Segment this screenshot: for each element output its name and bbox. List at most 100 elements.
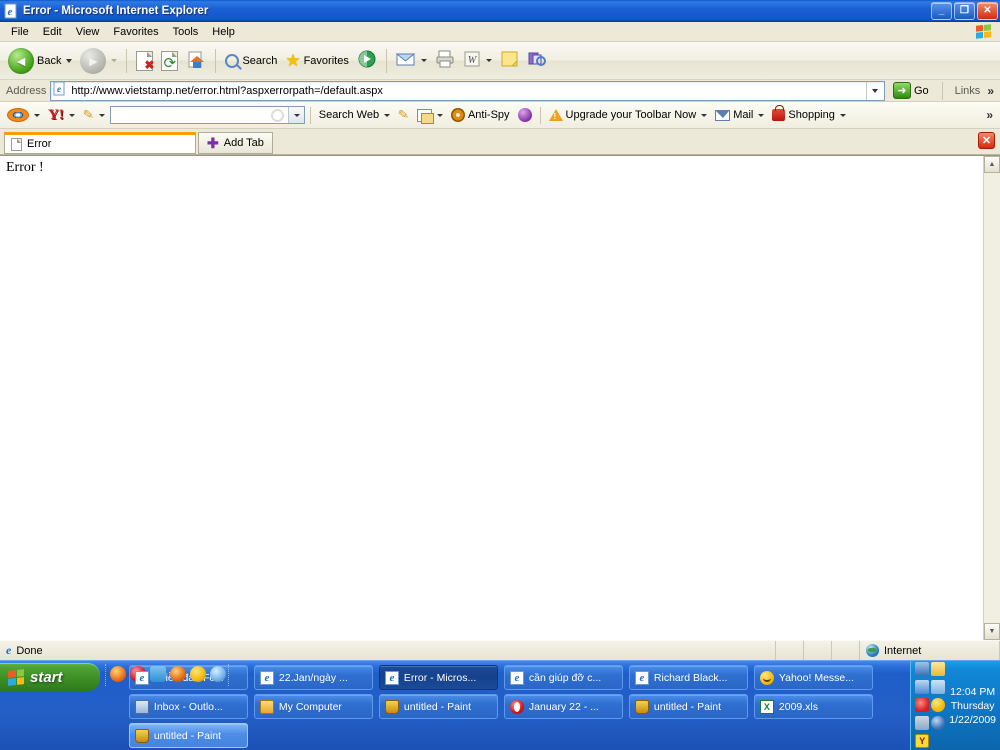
network-icon[interactable] xyxy=(915,661,930,676)
upgrade-dropdown-icon[interactable] xyxy=(701,113,708,117)
print-button[interactable] xyxy=(431,45,459,77)
media-circle-icon xyxy=(517,108,532,122)
yahoo-search-dropdown-icon[interactable] xyxy=(287,107,304,123)
yahoo-shopping-dropdown-icon[interactable] xyxy=(839,113,846,117)
taskbar-button[interactable]: untitled - Paint xyxy=(628,694,748,719)
yahoo-logo-button[interactable]: Y! xyxy=(45,107,78,124)
tab-label: Error xyxy=(27,138,52,150)
excel-icon xyxy=(759,699,774,714)
yahoo-mail-label: Mail xyxy=(733,109,754,121)
taskbar-button[interactable]: 22.Jan/ngày ... xyxy=(253,665,373,690)
search-button[interactable]: Search xyxy=(221,45,281,77)
refresh-button[interactable]: ⟳ xyxy=(157,45,182,77)
antispy-button[interactable]: Anti-Spy xyxy=(448,107,513,123)
yahoo-tray-icon[interactable] xyxy=(915,733,930,748)
mail-button[interactable] xyxy=(392,45,431,77)
clock[interactable]: 12:04 PM Thursday 1/22/2009 xyxy=(949,685,996,727)
quicklaunch-firefox-icon[interactable] xyxy=(110,666,126,682)
yahoo-overflow-icon[interactable]: » xyxy=(986,108,996,122)
svg-text:e: e xyxy=(57,84,61,94)
address-input[interactable]: e http://www.vietstamp.net/error.html?as… xyxy=(50,80,885,101)
anti-spy-icon xyxy=(450,108,465,122)
taskbar-button[interactable]: January 22 - ... xyxy=(503,694,623,719)
scroll-down-button[interactable]: ▼ xyxy=(984,623,1000,640)
paint-icon xyxy=(134,728,149,743)
search-web-dropdown-icon[interactable] xyxy=(384,113,391,117)
yahoo-logo-dropdown-icon[interactable] xyxy=(68,113,75,117)
taskbar-button[interactable]: My Computer xyxy=(253,694,373,719)
menu-tools[interactable]: Tools xyxy=(166,24,206,40)
forward-button[interactable]: ► xyxy=(76,45,121,77)
taskbar-button-label: Error - Micros... xyxy=(403,671,477,684)
menu-view[interactable]: View xyxy=(69,24,107,40)
taskbar-button[interactable]: cần giúp đỡ c... xyxy=(503,665,623,690)
favorites-button[interactable]: ★ Favorites xyxy=(281,45,353,77)
volume-icon[interactable] xyxy=(915,715,930,730)
taskbar-button[interactable]: untitled - Paint xyxy=(378,694,498,719)
upgrade-toolbar-button[interactable]: Upgrade your Toolbar Now xyxy=(546,108,711,122)
quicklaunch-yahoo-messenger-icon[interactable] xyxy=(190,666,206,682)
pencil-dropdown-icon[interactable] xyxy=(98,113,105,117)
yahoo-pencil-button[interactable]: ✎ xyxy=(80,106,108,124)
address-dropdown-icon[interactable] xyxy=(865,81,882,100)
restore-button[interactable]: ❐ xyxy=(954,1,975,20)
menu-favorites[interactable]: Favorites xyxy=(106,24,165,40)
menu-edit[interactable]: Edit xyxy=(36,24,69,40)
add-tab-button[interactable]: ✚ Add Tab xyxy=(198,132,273,154)
back-dropdown-icon[interactable] xyxy=(66,58,73,63)
stop-button[interactable]: ✖ xyxy=(132,45,157,77)
search-web-button[interactable]: Search Web xyxy=(316,108,393,122)
mail-notify-icon[interactable] xyxy=(931,661,946,676)
taskbar-button-active[interactable]: Error - Micros... xyxy=(378,665,498,690)
start-button[interactable]: start xyxy=(0,663,100,691)
yahoo-messenger-icon xyxy=(759,670,774,685)
status-message: e Done xyxy=(0,640,776,661)
links-label[interactable]: Links xyxy=(952,85,984,97)
media-button[interactable] xyxy=(353,45,381,77)
taskbar-button[interactable]: Yahoo! Messe... xyxy=(753,665,873,690)
back-button[interactable]: ◄ Back xyxy=(4,45,76,77)
updates-icon[interactable] xyxy=(931,715,946,730)
links-overflow-icon[interactable]: » xyxy=(987,84,997,98)
display-icon[interactable] xyxy=(915,679,930,694)
taskbar-button[interactable]: Richard Black... xyxy=(628,665,748,690)
discuss-button[interactable] xyxy=(523,45,551,77)
edit-dropdown-icon[interactable] xyxy=(485,59,492,62)
antivirus-icon[interactable] xyxy=(915,697,930,712)
yahoo-eye-dropdown-icon[interactable] xyxy=(34,113,40,117)
quicklaunch-messenger-icon[interactable] xyxy=(150,666,166,682)
go-button[interactable]: ➜ Go xyxy=(889,81,933,100)
quicklaunch-internet-explorer-icon[interactable] xyxy=(210,666,226,682)
close-button[interactable]: ✕ xyxy=(977,1,998,20)
taskbar-button[interactable]: Inbox - Outlo... xyxy=(128,694,248,719)
tab-error[interactable]: Error xyxy=(4,132,196,154)
yahoo-mail-dropdown-icon[interactable] xyxy=(758,113,765,117)
popup-blocker-button[interactable] xyxy=(414,108,446,124)
tab-close-button[interactable]: ✕ xyxy=(978,132,995,149)
yahoo-eye-button[interactable] xyxy=(4,107,43,123)
taskbar-button-label: untitled - Paint xyxy=(403,700,472,713)
menu-help[interactable]: Help xyxy=(205,24,242,40)
taskbar-button[interactable]: 2009.xls xyxy=(753,694,873,719)
home-button[interactable] xyxy=(182,45,210,77)
ie-icon xyxy=(259,670,274,685)
mail-dropdown-icon[interactable] xyxy=(420,59,427,62)
users-icon[interactable] xyxy=(931,679,946,694)
yahoo-mail-button[interactable]: Mail xyxy=(712,108,767,122)
quicklaunch-media-player-icon[interactable] xyxy=(170,666,186,682)
vertical-scrollbar[interactable]: ▲ ▼ xyxy=(983,156,1000,640)
messenger-smiley-icon[interactable] xyxy=(931,697,946,712)
menu-file[interactable]: File xyxy=(4,24,36,40)
yahoo-shopping-button[interactable]: Shopping xyxy=(769,105,849,122)
scroll-up-button[interactable]: ▲ xyxy=(984,156,1000,173)
note-button[interactable] xyxy=(496,45,523,77)
title-bar[interactable]: e Error - Microsoft Internet Explorer _ … xyxy=(0,0,1000,22)
popup-blocker-dropdown-icon[interactable] xyxy=(436,113,443,117)
edit-word-button[interactable]: W xyxy=(459,45,496,77)
minimize-button[interactable]: _ xyxy=(931,1,952,20)
yahoo-search-input[interactable] xyxy=(109,106,305,124)
yahoo-purple-button[interactable] xyxy=(515,107,535,123)
security-zone[interactable]: Internet xyxy=(860,640,1000,661)
taskbar-button-hover[interactable]: untitled - Paint xyxy=(128,723,248,748)
yahoo-highlight-button[interactable]: ✎ xyxy=(395,106,412,124)
